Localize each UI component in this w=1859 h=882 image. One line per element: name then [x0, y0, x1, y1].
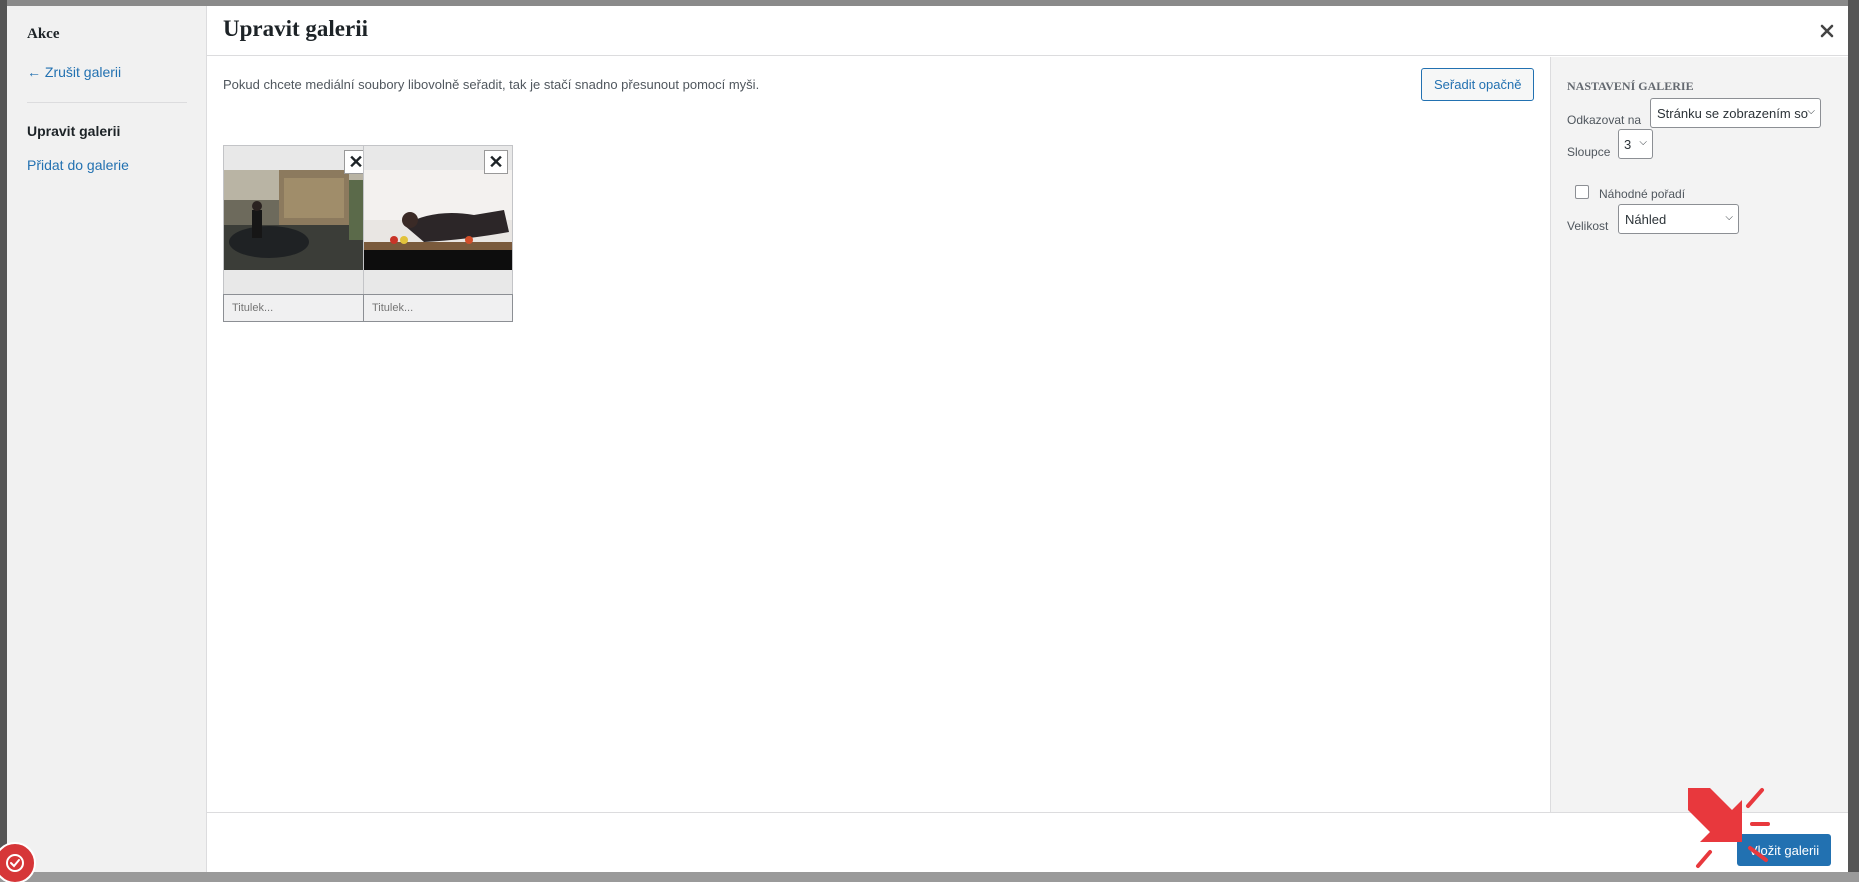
columns-label: Sloupce: [1567, 145, 1611, 159]
pointer-arrow-icon: [1688, 788, 1770, 868]
random-order-checkbox[interactable]: [1575, 185, 1589, 199]
chevron-down-icon: ⌵: [1725, 212, 1733, 223]
chevron-down-icon: ⌵: [1639, 137, 1647, 148]
columns-value: 3: [1624, 136, 1632, 152]
frame-title-bar: Upravit galerii: [207, 6, 1848, 56]
menu-separator: [27, 102, 187, 103]
link-to-label: Odkazovat na: [1567, 113, 1642, 127]
close-icon[interactable]: [1812, 16, 1842, 46]
cancel-gallery-link[interactable]: ← Zrušit galerii: [27, 64, 121, 80]
backdrop: [1848, 0, 1859, 882]
attachment-thumbnail[interactable]: ✕: [363, 145, 513, 295]
remove-attachment-button[interactable]: ✕: [484, 150, 508, 174]
menu-title: Akce: [27, 26, 60, 42]
chevron-down-icon: ⌵: [1807, 106, 1815, 117]
size-select[interactable]: Náhled ⌵: [1618, 204, 1739, 234]
link-to-select[interactable]: Stránku se zobrazením so ⌵: [1650, 98, 1821, 128]
caption-input[interactable]: [363, 294, 513, 322]
attachment-thumbnail[interactable]: ✕: [223, 145, 373, 295]
reverse-order-button[interactable]: Seřadit opačně: [1421, 68, 1535, 101]
gallery-content: Pokud chcete mediální soubory libovolně …: [207, 57, 1550, 812]
columns-select[interactable]: 3 ⌵: [1618, 129, 1653, 159]
page-title: Upravit galerii: [223, 16, 368, 41]
link-to-value: Stránku se zobrazením so: [1657, 105, 1809, 121]
instructions-text: Pokud chcete mediální soubory libovolně …: [223, 77, 760, 92]
gallery-attachment[interactable]: ✕: [363, 145, 513, 323]
gallery-attachment[interactable]: ✕: [223, 145, 373, 323]
backdrop: [0, 872, 1859, 882]
media-toolbar: Vložit galerii: [207, 812, 1848, 872]
size-label: Velikost: [1567, 219, 1609, 233]
accessibility-icon[interactable]: [0, 842, 36, 882]
settings-heading: Nastavení galerie: [1567, 79, 1694, 93]
backdrop: [0, 0, 7, 882]
random-order-label: Náhodné pořadí: [1599, 187, 1686, 201]
photo-thumbnail: [364, 170, 512, 270]
size-value: Náhled: [1625, 211, 1667, 227]
caption-input[interactable]: [223, 294, 373, 322]
media-modal: Akce ← Zrušit galerii Upravit galerii Př…: [7, 6, 1848, 872]
photo-thumbnail: [224, 170, 372, 270]
menu-item-add-to-gallery[interactable]: Přidat do galerie: [27, 157, 129, 173]
gallery-settings-sidebar: Nastavení galerie Odkazovat na Stránku s…: [1550, 57, 1848, 812]
menu-item-edit-gallery[interactable]: Upravit galerii: [27, 123, 120, 139]
media-menu: Akce ← Zrušit galerii Upravit galerii Př…: [7, 6, 207, 872]
